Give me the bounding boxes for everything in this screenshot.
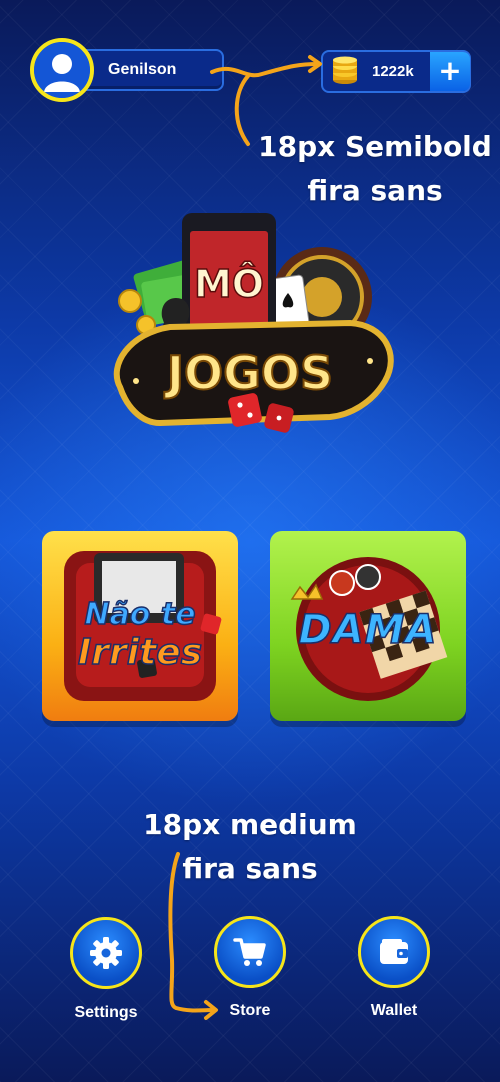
cart-icon (233, 938, 266, 966)
annotation-top-line1: 18px Semibold (258, 130, 492, 163)
annotation-bottom-line1: 18px medium (143, 808, 357, 841)
game-title: DAMA (298, 606, 438, 654)
logo-top-text: MÔ (194, 262, 264, 306)
store-button[interactable] (214, 916, 286, 988)
logo-main-text: JOGOS (164, 346, 333, 400)
settings-button[interactable] (70, 917, 142, 989)
game-title-line2: Irrites (77, 631, 203, 674)
nav-label-store[interactable]: Store (190, 1002, 310, 1020)
nav-label-wallet[interactable]: Wallet (334, 1002, 454, 1020)
nav-label-settings[interactable]: Settings (46, 1004, 166, 1022)
typography-annotation-top: 18px Semibold fira sans (250, 125, 500, 213)
add-coins-button[interactable]: + (430, 52, 470, 91)
player-name: Genilson (108, 61, 177, 78)
annotation-bottom-line2: fira sans (182, 852, 318, 885)
coin-stack-icon (333, 56, 357, 84)
mo-jogos-logo: MÔ JOGOS (113, 213, 394, 433)
avatar[interactable] (30, 38, 94, 102)
coin-balance: 1222k (372, 63, 414, 80)
wallet-button[interactable] (358, 916, 430, 988)
game-title-line1: Não te (84, 596, 197, 633)
game-card-dama[interactable]: DAMA (270, 531, 466, 721)
typography-annotation-bottom: 18px medium fira sans (130, 803, 370, 891)
wallet-icon (380, 939, 408, 964)
user-avatar-icon (34, 42, 90, 98)
game-card-nao-te-irrites[interactable]: Não te Irrites (42, 531, 238, 721)
gear-icon (90, 937, 122, 969)
